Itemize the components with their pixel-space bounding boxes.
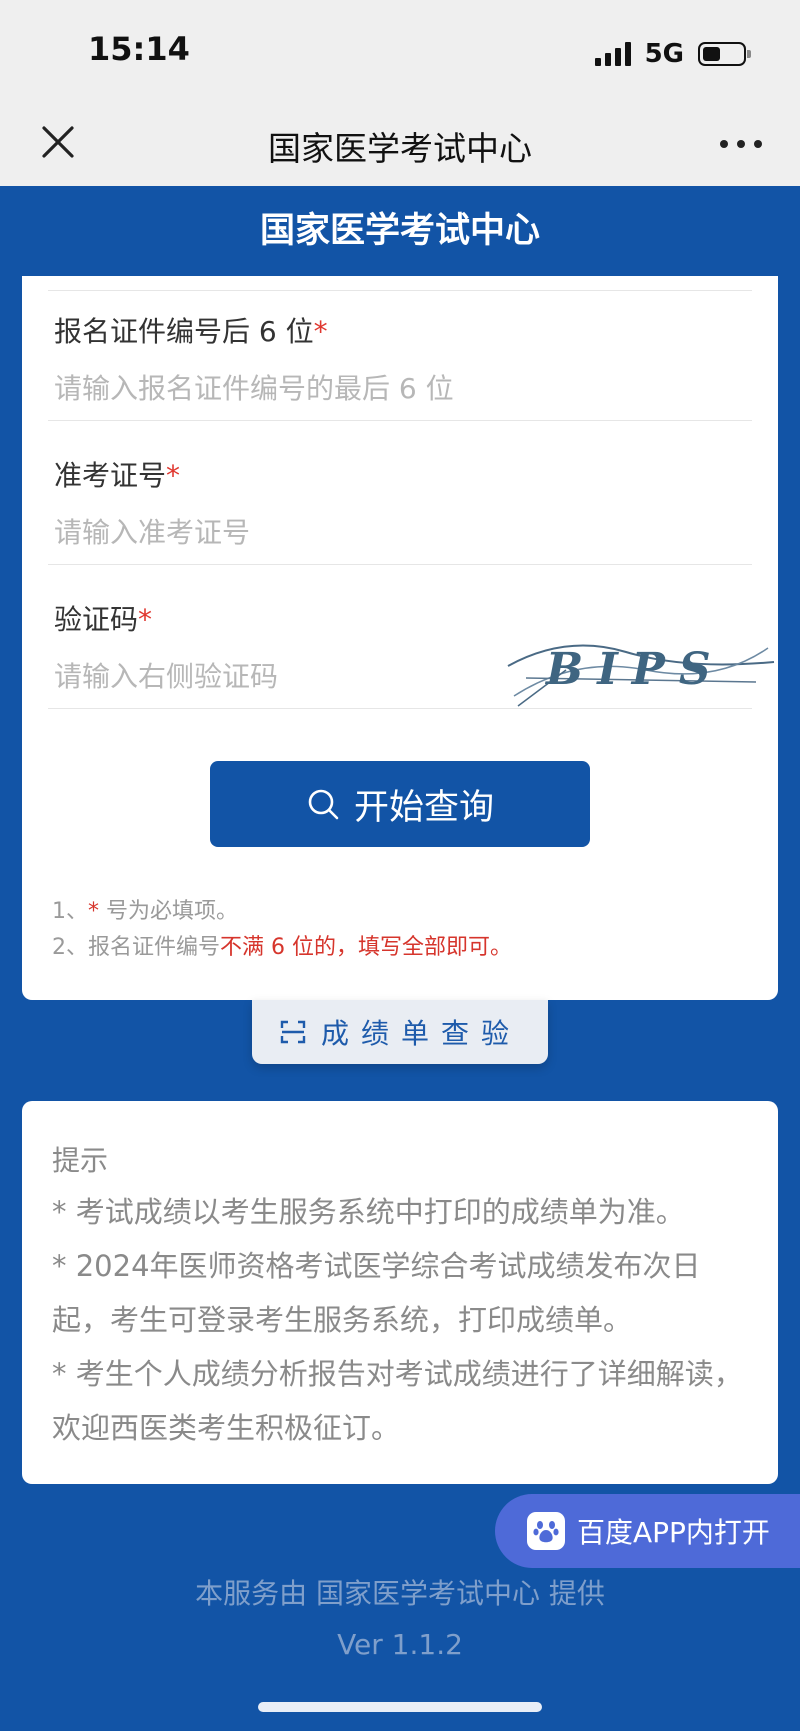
id-last6-input[interactable] [54, 368, 744, 408]
field-label: 验证码* [54, 603, 153, 636]
captcha-input[interactable] [54, 656, 474, 696]
tips-title: 提示 [52, 1144, 109, 1177]
note-1: 1、* 号为必填项。 [52, 899, 238, 924]
start-query-button[interactable]: 开始查询 [210, 761, 590, 847]
divider [48, 564, 752, 565]
admission-no-field: 准考证号* [48, 454, 752, 565]
footer-version: Ver 1.1.2 [337, 1628, 463, 1661]
divider [48, 290, 752, 291]
more-options-icon[interactable] [720, 140, 762, 148]
signal-icon [594, 42, 631, 66]
captcha-field: 验证码* BIPS [48, 598, 775, 709]
battery-icon [698, 42, 751, 66]
status-time: 15:14 [88, 30, 190, 68]
nav-title: 国家医学考试中心 [268, 129, 532, 168]
tips-card: 提示 * 考试成绩以考生服务系统中打印的成绩单为准。 * 2024年医师资格考试… [22, 1101, 778, 1484]
divider [48, 420, 752, 421]
tips-list: * 考试成绩以考生服务系统中打印的成绩单为准。 * 2024年医师资格考试医学综… [52, 1185, 752, 1455]
nav-bar: 国家医学考试中心 [0, 104, 800, 186]
transcript-verify-button[interactable]: 成绩单查验 [252, 1000, 548, 1064]
start-query-label: 开始查询 [353, 787, 494, 828]
open-in-baidu-app-button[interactable]: 百度APP内打开 [495, 1494, 800, 1568]
svg-text:BIPS: BIPS [544, 644, 725, 695]
search-icon [308, 789, 339, 820]
id-last6-field: 报名证件编号后 6 位* [48, 310, 752, 421]
baidu-paw-icon [527, 1512, 565, 1550]
tip-item: * 考生个人成绩分析报告对考试成绩进行了详细解读，欢迎西医类考生积极征订。 [52, 1357, 743, 1445]
status-bar: 15:14 5G [0, 0, 800, 104]
site-header-title: 国家医学考试中心 [259, 211, 540, 251]
open-in-baidu-app-label: 百度APP内打开 [577, 1516, 770, 1549]
status-indicators: 5G [594, 36, 751, 72]
form-notes: 1、* 号为必填项。 2、报名证件编号不满 6 位的，填写全部即可。 [52, 894, 512, 966]
tip-item: * 2024年医师资格考试医学综合考试成绩发布次日起，考生可登录考生服务系统，打… [52, 1249, 701, 1337]
field-label: 报名证件编号后 6 位* [54, 315, 328, 348]
field-label: 准考证号* [54, 459, 181, 492]
note-2: 2、报名证件编号不满 6 位的，填写全部即可。 [52, 935, 512, 960]
scan-icon [280, 1020, 306, 1044]
captcha-image[interactable]: BIPS [506, 626, 776, 710]
admission-no-input[interactable] [54, 512, 744, 552]
query-form-card: 报名证件编号后 6 位* 准考证号* 验证码* BIPS 开始查询 1、* 号为… [22, 276, 778, 1000]
footer-provider: 本服务由 国家医学考试中心 提供 [195, 1577, 605, 1610]
transcript-verify-label: 成绩单查验 [320, 1017, 521, 1050]
network-label: 5G [644, 39, 684, 69]
home-indicator [258, 1702, 542, 1712]
tip-item: * 考试成绩以考生服务系统中打印的成绩单为准。 [52, 1195, 685, 1229]
divider [48, 708, 752, 709]
